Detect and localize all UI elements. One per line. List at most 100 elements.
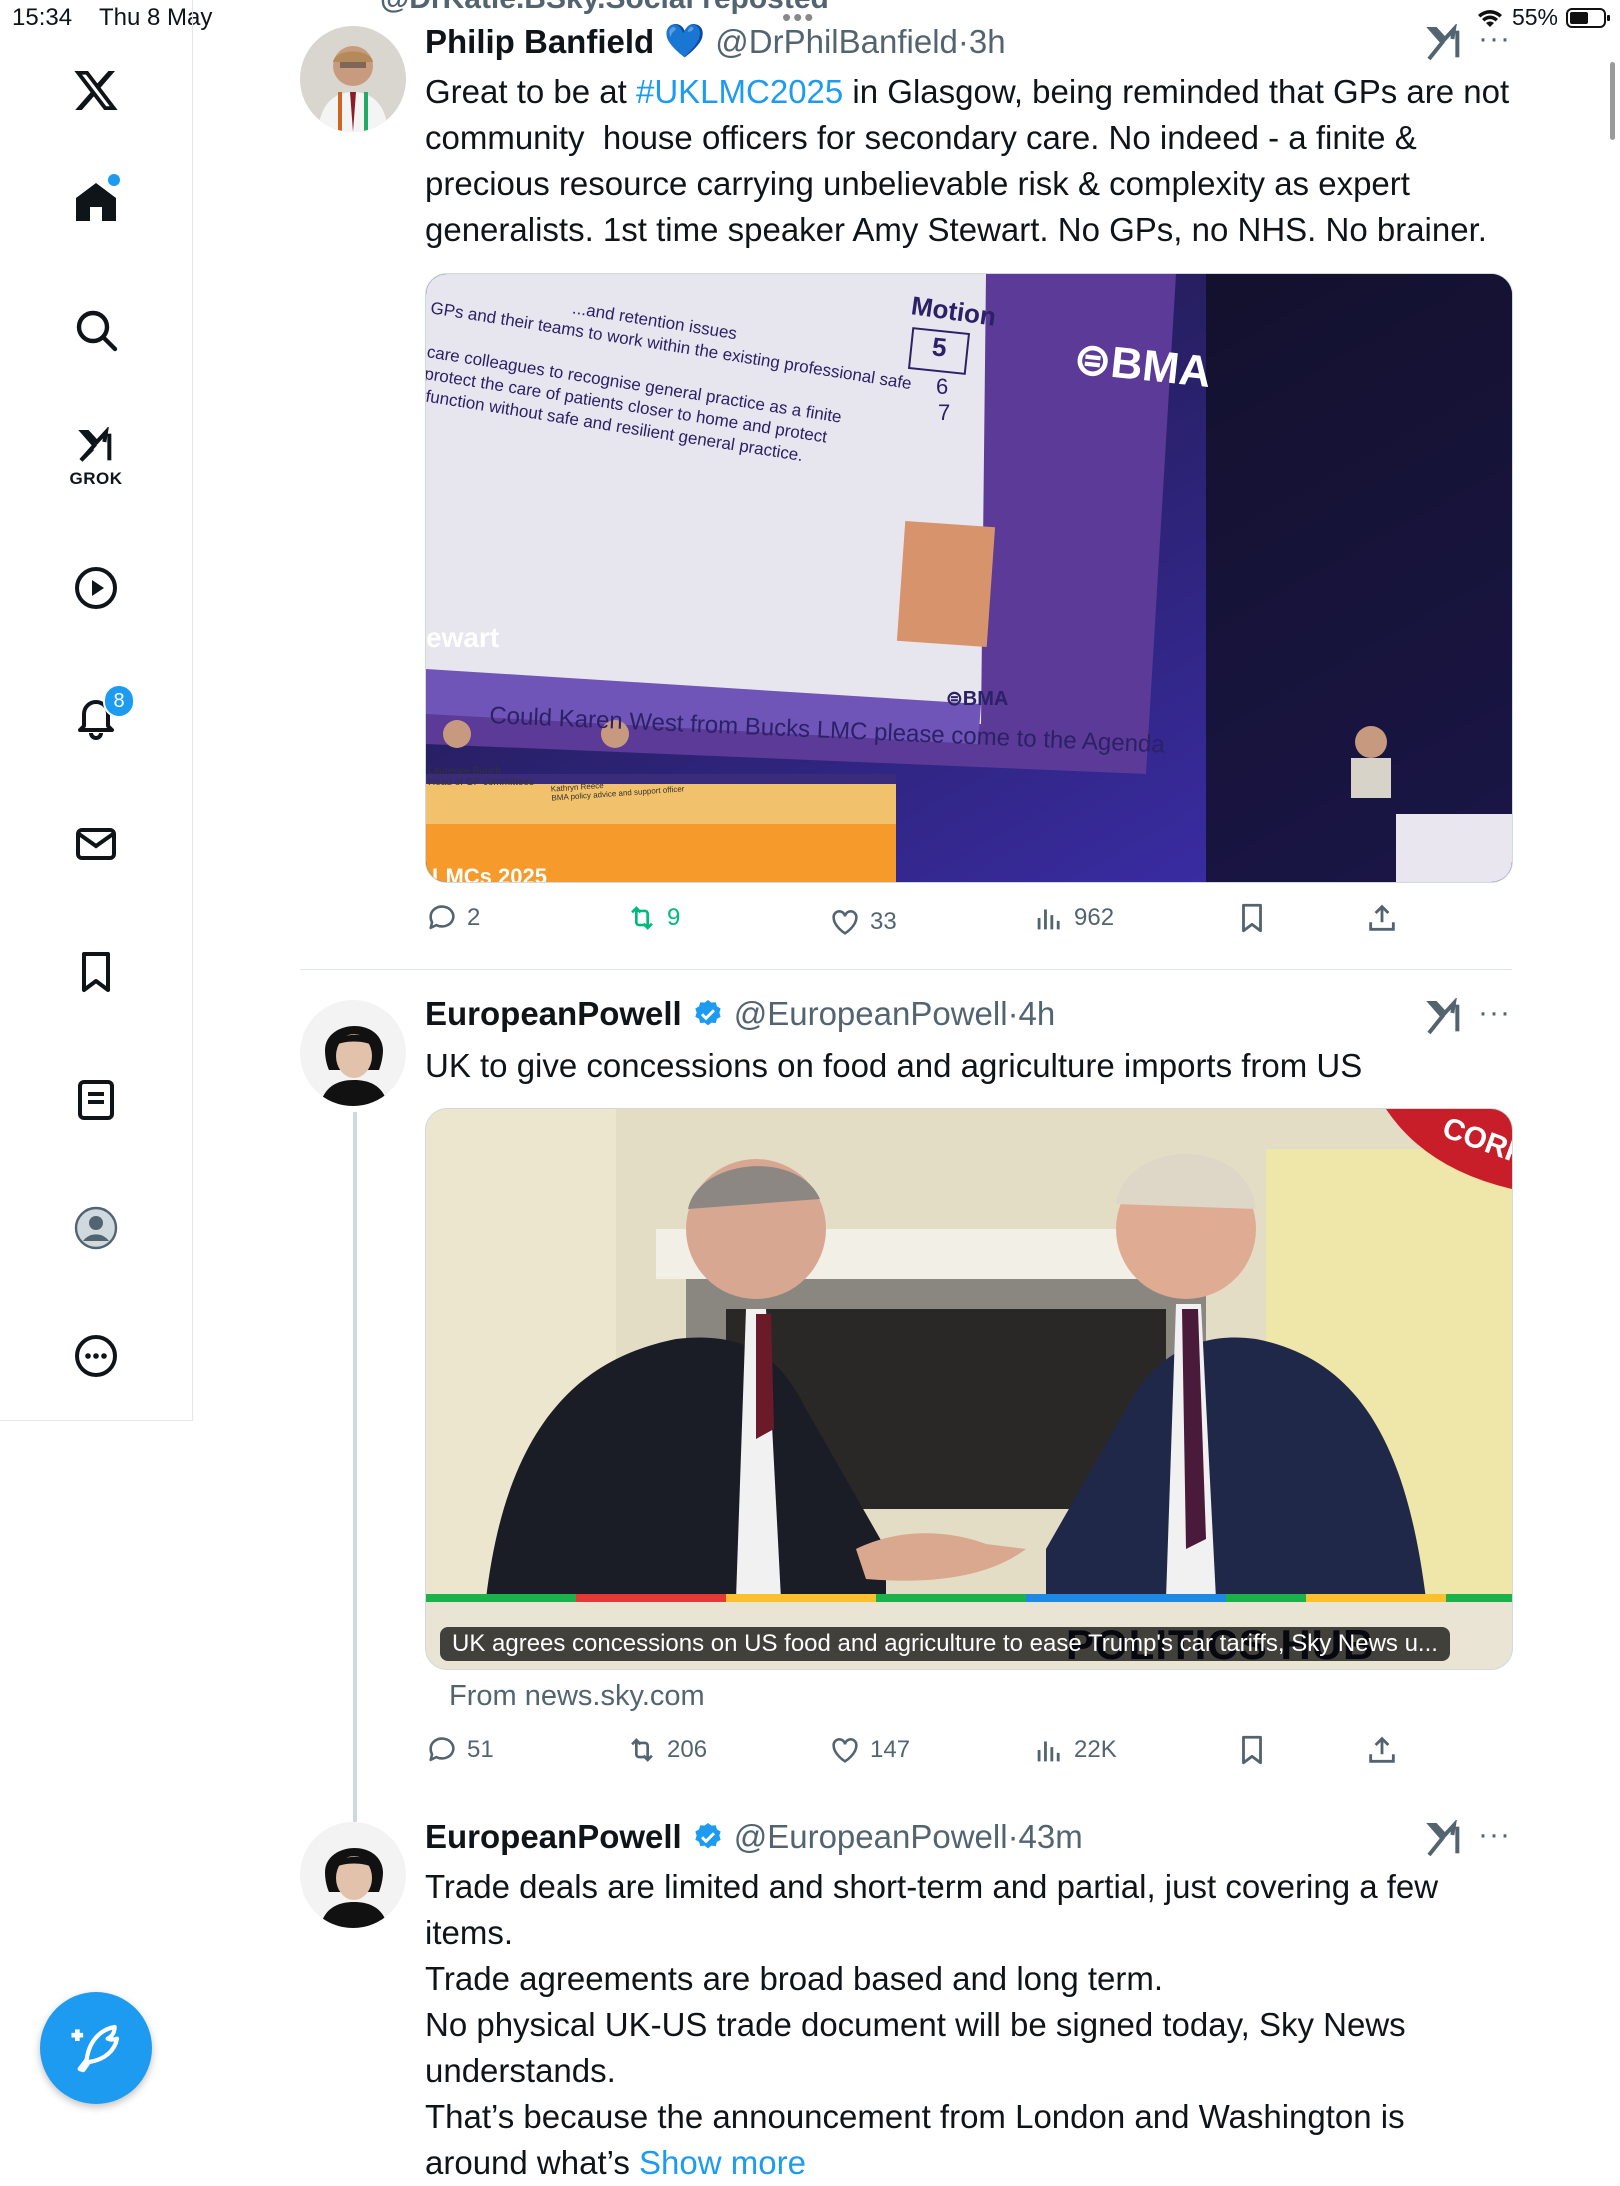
tweet-author[interactable]: Philip Banfield 💙 @DrPhilBanfield ·3h xyxy=(425,22,1006,61)
bookmark-icon xyxy=(1242,1735,1262,1765)
bookmark-icon xyxy=(1242,903,1262,933)
scrollbar[interactable] xyxy=(1610,62,1615,140)
more-icon[interactable] xyxy=(46,1316,146,1396)
reply-button[interactable]: 2 xyxy=(425,901,480,935)
link-card-image xyxy=(426,1109,1512,1602)
tweet-time[interactable]: ·43m xyxy=(1008,1818,1083,1856)
x-logo-icon[interactable] xyxy=(46,50,146,130)
views-icon xyxy=(1037,909,1060,930)
bma-small-text: BMA xyxy=(962,688,1009,710)
grok-explain-icon[interactable] xyxy=(1424,24,1464,64)
share-button[interactable] xyxy=(1365,901,1399,935)
views-count: 22K xyxy=(1074,1736,1117,1763)
tweet-text-body: Trade deals are limited and short-term a… xyxy=(425,1868,1439,2135)
link-card[interactable]: POLITICS HUB CORP UK agrees concessions … xyxy=(425,1108,1513,1670)
tweet-actions: 2 9 33 962 xyxy=(425,901,1425,945)
sidebar: GROK 8 xyxy=(0,0,193,1421)
views-count: 962 xyxy=(1074,904,1115,931)
share-icon xyxy=(1369,904,1395,931)
lists-icon[interactable] xyxy=(46,1060,146,1140)
author-handle[interactable]: @DrPhilBanfield xyxy=(715,23,958,61)
card-caption: UK agrees concessions on US food and agr… xyxy=(440,1627,1450,1661)
video-icon[interactable] xyxy=(46,548,146,628)
profile-icon[interactable] xyxy=(46,1188,146,1268)
author-name[interactable]: Philip Banfield xyxy=(425,23,654,61)
share-button[interactable] xyxy=(1365,1733,1399,1767)
tweet-text: UK to give concessions on food and agric… xyxy=(425,1047,1363,1084)
retweet-button[interactable]: 206 xyxy=(625,1733,707,1767)
bma-logo-text: BMA xyxy=(1108,337,1214,398)
nameplate: Laurence Bunch Head of GP committees xyxy=(428,766,534,788)
reply-count: 51 xyxy=(467,1736,494,1763)
tweet-divider xyxy=(300,969,1512,970)
like-icon xyxy=(832,910,858,935)
tweet-author[interactable]: EuropeanPowell @EuropeanPowell ·4h xyxy=(425,995,1055,1033)
avatar[interactable] xyxy=(300,1000,406,1106)
retweet-button[interactable]: 9 xyxy=(625,901,680,935)
speaker-name: ewart xyxy=(426,622,500,653)
reply-icon xyxy=(429,905,455,930)
more-options-icon[interactable]: ··· xyxy=(1478,996,1511,1030)
views-button[interactable]: 22K xyxy=(1032,1733,1117,1767)
show-more-link[interactable]: Show more xyxy=(639,2144,806,2181)
verified-badge-icon xyxy=(695,1823,721,1849)
bookmark-button[interactable] xyxy=(1235,901,1269,935)
like-icon xyxy=(832,1738,858,1763)
retweet-icon xyxy=(631,1738,653,1762)
thread-line xyxy=(353,1112,357,1822)
grok-label: GROK xyxy=(69,469,123,488)
grok-explain-icon[interactable] xyxy=(1424,998,1464,1038)
retweet-icon xyxy=(631,906,653,930)
tweet-text-part: Great to be at xyxy=(425,73,636,110)
bookmark-button[interactable] xyxy=(1235,1733,1269,1767)
notifications-icon[interactable]: 8 xyxy=(46,676,146,756)
reply-icon xyxy=(429,1737,455,1762)
more-options-icon[interactable]: ··· xyxy=(1478,22,1511,56)
messages-icon[interactable] xyxy=(46,804,146,884)
card-source[interactable]: From news.sky.com xyxy=(449,1680,705,1713)
repost-label: @DrKatie.BSky.Social reposted xyxy=(380,0,829,16)
home-icon[interactable] xyxy=(46,162,146,242)
share-icon xyxy=(1369,1736,1395,1763)
compose-icon xyxy=(71,2024,120,2073)
bookmarks-icon[interactable] xyxy=(46,932,146,1012)
views-icon xyxy=(1037,1741,1060,1762)
battery-percent: 55% xyxy=(1511,4,1558,30)
grok-icon[interactable]: GROK xyxy=(46,418,146,498)
tweet-time[interactable]: ·4h xyxy=(1008,995,1056,1033)
notifications-badge: 8 xyxy=(103,684,135,718)
battery-icon xyxy=(1566,7,1610,28)
reply-button[interactable]: 51 xyxy=(425,1733,494,1767)
motion-current: 5 xyxy=(907,327,971,375)
tweet-time[interactable]: ·3h xyxy=(958,23,1006,61)
tweet-text: Trade deals are limited and short-term a… xyxy=(425,1864,1535,2186)
tweet-text-cut: around what’s xyxy=(425,2144,640,2181)
motion-next: 6 xyxy=(936,374,949,399)
heart-emoji: 💙 xyxy=(664,22,706,59)
bma-small-logo: ⊜BMA xyxy=(946,688,1009,710)
tweet-actions: 51 206 147 22K xyxy=(425,1733,1425,1777)
author-handle[interactable]: @EuropeanPowell xyxy=(734,1818,1008,1856)
verified-badge-icon xyxy=(695,1000,721,1026)
motion-later: 7 xyxy=(938,400,951,425)
like-count: 33 xyxy=(870,908,897,935)
avatar[interactable] xyxy=(300,26,406,132)
like-button[interactable]: 33 xyxy=(828,905,897,939)
home-unread-dot xyxy=(108,174,120,186)
compose-post-button[interactable] xyxy=(40,1992,152,2104)
like-count: 147 xyxy=(870,1736,911,1763)
like-button[interactable]: 147 xyxy=(828,1733,910,1767)
more-options-icon[interactable]: ··· xyxy=(1478,1818,1511,1852)
hashtag-link[interactable]: #UKLMC2025 xyxy=(636,73,843,110)
grok-explain-icon[interactable] xyxy=(1424,1820,1464,1860)
avatar[interactable] xyxy=(300,1822,406,1928)
tweet-text: Great to be at #UKLMC2025 in Glasgow, be… xyxy=(425,69,1535,253)
author-name[interactable]: EuropeanPowell xyxy=(425,995,682,1033)
search-icon[interactable] xyxy=(46,290,146,370)
author-handle[interactable]: @EuropeanPowell xyxy=(734,995,1008,1033)
tweet-photo[interactable]: ...and retention issues GPs and their te… xyxy=(425,273,1513,883)
event-banner: LMCs 2025 xyxy=(432,864,547,883)
tweet-author[interactable]: EuropeanPowell @EuropeanPowell ·43m xyxy=(425,1818,1083,1856)
author-name[interactable]: EuropeanPowell xyxy=(425,1818,682,1856)
views-button[interactable]: 962 xyxy=(1032,901,1114,935)
